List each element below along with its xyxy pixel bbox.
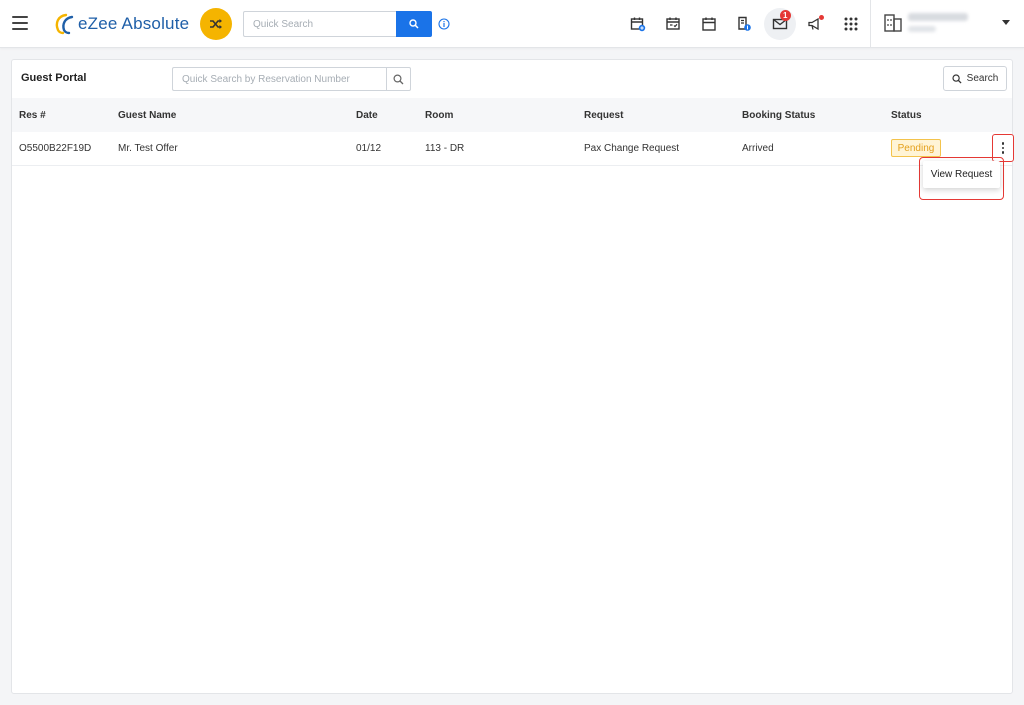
table-header: Res # Guest Name Date Room Request Booki… <box>12 98 1012 132</box>
hotel-dropdown-caret-icon[interactable] <box>1002 20 1010 25</box>
announcements-button[interactable] <box>798 8 834 40</box>
app-name: eZee Absolute <box>78 14 190 33</box>
apps-button[interactable] <box>833 8 869 40</box>
header-divider <box>870 0 871 48</box>
quick-search-input[interactable] <box>243 11 397 37</box>
hotel-name-redacted[interactable] <box>908 13 968 21</box>
cell-request: Pax Change Request <box>584 143 680 154</box>
billing-icon <box>738 16 752 31</box>
calendar-add-icon <box>630 17 645 32</box>
hotel-code-redacted <box>908 26 936 32</box>
cell-booking-status: Arrived <box>742 143 774 154</box>
app-logo[interactable]: eZee Absolute <box>52 12 189 36</box>
messages-button[interactable]: 1 <box>763 8 796 40</box>
search-icon <box>409 19 419 29</box>
page-title: Guest Portal <box>21 72 87 84</box>
table-row[interactable]: O5500B22F19D Mr. Test Offer 01/12 113 - … <box>12 132 1012 166</box>
calendar-icon <box>702 17 716 31</box>
column-header-guest-name[interactable]: Guest Name <box>118 110 176 121</box>
new-reservation-button[interactable] <box>620 8 656 40</box>
column-header-res-no[interactable]: Res # <box>19 110 46 121</box>
column-header-room[interactable]: Room <box>425 110 453 121</box>
cell-date: 01/12 <box>356 143 382 154</box>
top-bar: eZee Absolute Quick Search 1 <box>0 0 1024 48</box>
hamburger-menu-icon[interactable] <box>12 16 28 30</box>
quick-search-button[interactable] <box>396 11 432 37</box>
guest-portal-panel: Guest Portal Search Res # Guest Name Dat… <box>11 59 1014 694</box>
ezee-logo-icon <box>52 13 76 35</box>
search-icon <box>952 73 962 84</box>
cell-guest-name: Mr. Test Offer <box>118 143 178 154</box>
apps-grid-icon <box>844 17 858 31</box>
calendar-check-button[interactable] <box>656 8 692 40</box>
reservation-search-button[interactable] <box>386 67 411 91</box>
search-icon <box>393 73 404 84</box>
search-button[interactable]: Search <box>943 66 1007 91</box>
info-icon[interactable] <box>438 18 450 30</box>
top-icon-bar: 1 <box>620 8 869 40</box>
calendar-check-icon <box>666 17 680 30</box>
hotel-building-icon[interactable] <box>884 12 902 32</box>
column-header-status[interactable]: Status <box>891 110 922 121</box>
view-request-menu-item[interactable]: View Request <box>923 161 1000 188</box>
shuffle-button[interactable] <box>200 8 232 40</box>
shuffle-icon <box>210 19 222 29</box>
billing-button[interactable] <box>727 8 763 40</box>
status-badge: Pending <box>891 139 941 157</box>
column-header-date[interactable]: Date <box>356 110 378 121</box>
announcement-dot <box>819 15 824 20</box>
reservation-search-input[interactable] <box>172 67 386 91</box>
cell-res-no: O5500B22F19D <box>19 143 92 154</box>
column-header-booking-status[interactable]: Booking Status <box>742 110 815 121</box>
column-header-request[interactable]: Request <box>584 110 623 121</box>
notification-badge: 1 <box>779 10 791 21</box>
search-button-label: Search <box>966 73 999 84</box>
cell-room: 113 - DR <box>425 143 465 154</box>
calendar-button[interactable] <box>691 8 727 40</box>
